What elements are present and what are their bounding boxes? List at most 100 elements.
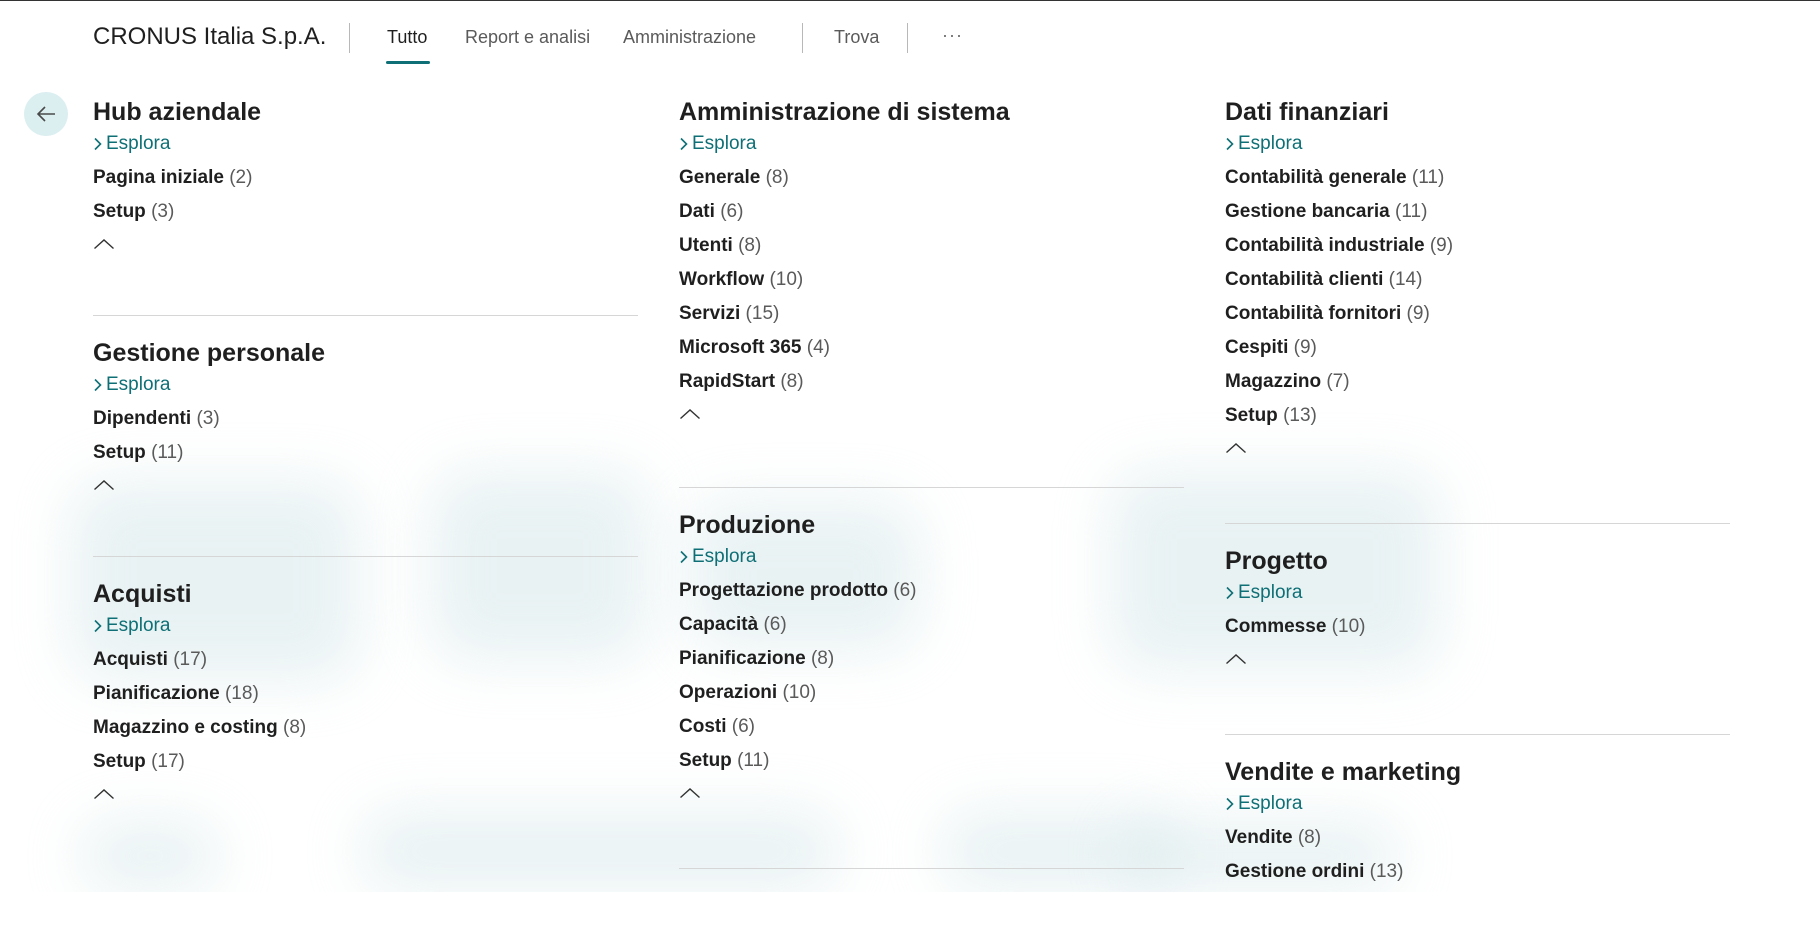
explore-link[interactable]: Esplora: [93, 613, 638, 639]
menu-item[interactable]: Progettazione prodotto (6): [679, 574, 1184, 608]
menu-item[interactable]: Utenti (8): [679, 229, 1184, 263]
explore-link[interactable]: Esplora: [93, 372, 638, 398]
menu-item[interactable]: Gestione bancaria (11): [1225, 195, 1730, 229]
item-name: Setup: [93, 201, 146, 222]
item-count: (6): [731, 716, 756, 737]
collapse-button[interactable]: [93, 470, 119, 500]
item-name: Microsoft 365: [679, 337, 802, 358]
item-count: (10): [1331, 616, 1366, 637]
explore-link[interactable]: Esplora: [93, 131, 638, 157]
menu-item[interactable]: Setup (17): [93, 745, 638, 779]
item-count: (11): [1395, 201, 1428, 222]
menu-item[interactable]: RapidStart (8): [679, 365, 1184, 399]
group-title: Progetto: [1225, 547, 1328, 575]
chevron-up-icon: [680, 409, 700, 420]
back-button[interactable]: [24, 92, 68, 136]
collapse-button[interactable]: [1225, 433, 1251, 463]
item-count: (2): [229, 167, 253, 188]
column-2: Amministrazione di sistema Esplora General…: [679, 75, 1184, 869]
menu-item[interactable]: Pagina iniziale (2): [93, 161, 638, 195]
menu-item[interactable]: Contabilità fornitori (9): [1225, 297, 1730, 331]
menu-item[interactable]: Contabilità generale (11): [1225, 161, 1730, 195]
explore-label: Esplora: [106, 374, 171, 395]
explore-link[interactable]: Esplora: [1225, 791, 1730, 817]
collapse-button[interactable]: [679, 399, 705, 429]
menu-item[interactable]: Pianificazione (8): [679, 642, 1184, 676]
group-section: Progetto Esplora Commesse (10): [1225, 523, 1730, 734]
chevron-right-icon: [94, 137, 102, 151]
menu-item[interactable]: Dipendenti (3): [93, 402, 638, 436]
explore-label: Esplora: [106, 615, 171, 636]
item-count: (3): [196, 408, 220, 429]
menu-item[interactable]: Generale (8): [679, 161, 1184, 195]
chevron-right-icon: [1226, 797, 1234, 811]
menu-item[interactable]: Operazioni (10): [679, 676, 1184, 710]
tab-tutto[interactable]: Tutto: [387, 27, 427, 48]
menu-item[interactable]: Pianificazione (18): [93, 677, 638, 711]
menu-item[interactable]: Magazzino e costing (8): [93, 711, 638, 745]
explore-link[interactable]: Esplora: [679, 131, 1184, 157]
item-name: Generale: [679, 167, 761, 188]
menu-item[interactable]: Dati (6): [679, 195, 1184, 229]
find-button[interactable]: Trova: [834, 27, 879, 48]
collapse-button[interactable]: [93, 229, 119, 259]
item-name: Pianificazione: [93, 683, 220, 704]
collapse-button[interactable]: [93, 779, 119, 809]
item-name: Setup: [93, 442, 146, 463]
item-count: (10): [782, 682, 817, 703]
item-name: Capacità: [679, 614, 759, 635]
group-section: Dati finanziari Esplora Contabilità genera…: [1225, 97, 1730, 523]
tab-amministrazione[interactable]: Amministrazione: [623, 27, 756, 48]
collapse-button[interactable]: [679, 778, 705, 808]
group-section: Amministrazione di sistema Esplora General…: [679, 97, 1184, 487]
more-options-button[interactable]: ···: [942, 25, 963, 46]
item-count: (9): [1293, 337, 1317, 358]
menu-item[interactable]: Setup (13): [1225, 399, 1730, 433]
chevron-up-icon: [94, 239, 114, 250]
item-name: Dipendenti: [93, 408, 192, 429]
item-count: (3): [151, 201, 175, 222]
group-section: Acquisti Esplora Acquisti (17) Pianificazio…: [93, 556, 638, 869]
active-tab-indicator: [386, 61, 430, 64]
explore-link[interactable]: Esplora: [679, 544, 1184, 570]
chevron-right-icon: [680, 550, 688, 564]
item-count: (6): [763, 614, 787, 635]
item-count: (4): [806, 337, 830, 358]
tab-report-e-analisi[interactable]: Report e analisi: [465, 27, 590, 48]
menu-item[interactable]: Gestione ordini (13): [1225, 855, 1730, 889]
chevron-right-icon: [94, 619, 102, 633]
item-name: Vendite: [1225, 827, 1293, 848]
group-title: Hub aziendale: [93, 98, 262, 126]
menu-item[interactable]: Cespiti (9): [1225, 331, 1730, 365]
menu-item[interactable]: Contabilità clienti (14): [1225, 263, 1730, 297]
menu-item[interactable]: Microsoft 365 (4): [679, 331, 1184, 365]
menu-item[interactable]: Setup (11): [679, 744, 1184, 778]
menu-item[interactable]: Contabilità industriale (9): [1225, 229, 1730, 263]
company-name[interactable]: CRONUS Italia S.p.A.: [93, 23, 326, 51]
menu-item[interactable]: Capacità (6): [679, 608, 1184, 642]
menu-item[interactable]: Workflow (10): [679, 263, 1184, 297]
menu-item[interactable]: Acquisti (17): [93, 643, 638, 677]
item-name: Contabilità generale: [1225, 167, 1407, 188]
chevron-up-icon: [94, 480, 114, 491]
menu-item[interactable]: Commesse (10): [1225, 610, 1730, 644]
chevron-right-icon: [1226, 586, 1234, 600]
collapse-button[interactable]: [1225, 644, 1251, 674]
menu-item[interactable]: Vendite (8): [1225, 821, 1730, 855]
item-name: Progettazione prodotto: [679, 580, 888, 601]
menu-item[interactable]: Setup (11): [93, 436, 638, 470]
item-count: (17): [151, 751, 185, 772]
menu-item[interactable]: Servizi (15): [679, 297, 1184, 331]
explore-link[interactable]: Esplora: [1225, 131, 1730, 157]
group-title: Dati finanziari: [1225, 98, 1389, 126]
item-count: (14): [1388, 269, 1423, 290]
explore-link[interactable]: Esplora: [1225, 580, 1730, 606]
menu-item[interactable]: Setup (3): [93, 195, 638, 229]
column-3: Dati finanziari Esplora Contabilità genera…: [1225, 75, 1730, 949]
explore-label: Esplora: [1238, 793, 1303, 814]
menu-item[interactable]: Magazzino (7): [1225, 365, 1730, 399]
item-count: (15): [745, 303, 780, 324]
menu-item[interactable]: Costi (6): [679, 710, 1184, 744]
item-count: (9): [1406, 303, 1430, 324]
chevron-up-icon: [94, 789, 114, 800]
